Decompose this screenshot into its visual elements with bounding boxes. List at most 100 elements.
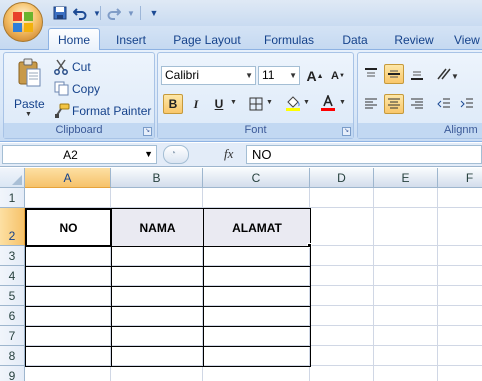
borders-dropdown-icon[interactable]: ▼ xyxy=(266,99,273,106)
cell-b4[interactable] xyxy=(111,266,204,287)
bold-button[interactable]: B xyxy=(163,94,183,114)
cell-b3[interactable] xyxy=(111,246,204,267)
cell-b2[interactable]: NAMA xyxy=(111,208,204,247)
undo-dropdown-icon[interactable]: ▼ xyxy=(89,5,105,21)
column-header-e[interactable]: E xyxy=(374,168,438,188)
copy-icon xyxy=(54,81,69,99)
row-header-2[interactable]: 2 xyxy=(0,208,25,246)
chevron-down-icon: ▼ xyxy=(289,71,297,80)
redo-icon[interactable] xyxy=(106,5,122,21)
tab-data[interactable]: Data xyxy=(335,29,375,50)
italic-button[interactable]: I xyxy=(186,94,206,114)
row-header-6[interactable]: 6 xyxy=(0,306,25,326)
row-header-8[interactable]: 8 xyxy=(0,346,25,366)
cut-label: Cut xyxy=(72,60,91,74)
tab-review[interactable]: Review xyxy=(388,29,440,50)
font-name-combo[interactable]: Calibri ▼ xyxy=(161,66,256,85)
font-size-combo[interactable]: 11 ▼ xyxy=(258,66,300,85)
ribbon: Paste ▼ Cut Copy Format Painter Clipboar… xyxy=(0,50,482,142)
cell-b6[interactable] xyxy=(111,306,204,327)
cell-b8[interactable] xyxy=(111,346,204,367)
tab-insert[interactable]: Insert xyxy=(108,29,154,50)
decrease-indent-icon[interactable] xyxy=(434,94,454,114)
cell-a2[interactable]: NO xyxy=(25,208,112,247)
formula-input[interactable]: NO xyxy=(246,145,482,164)
align-center-icon[interactable] xyxy=(384,94,404,114)
cell-a5[interactable] xyxy=(25,286,112,307)
select-all-button[interactable] xyxy=(0,168,25,188)
font-color-dropdown-icon[interactable]: ▼ xyxy=(339,99,346,106)
shrink-font-button[interactable]: A ▼ xyxy=(328,66,348,86)
alignment-group-label: Alignm xyxy=(358,123,482,138)
top-align-icon[interactable] xyxy=(361,64,381,84)
cell-a7[interactable] xyxy=(25,326,112,347)
cell-a6[interactable] xyxy=(25,306,112,327)
grow-font-button[interactable]: A ▲ xyxy=(305,66,325,86)
font-dialog-launcher-icon[interactable]: ↘ xyxy=(342,127,351,136)
cell-b5[interactable] xyxy=(111,286,204,307)
insert-function-icon[interactable]: fx xyxy=(224,146,233,162)
row-header-4[interactable]: 4 xyxy=(0,266,25,286)
cell-c5[interactable] xyxy=(203,286,311,307)
increase-indent-icon[interactable] xyxy=(457,94,477,114)
paste-dropdown-icon[interactable]: ▼ xyxy=(25,111,32,118)
office-button[interactable] xyxy=(3,2,43,42)
name-box-value: A2 xyxy=(63,148,78,162)
column-header-a[interactable]: A xyxy=(25,168,111,188)
tab-formulas[interactable]: Formulas xyxy=(258,29,320,50)
cut-button[interactable]: Cut xyxy=(52,58,152,77)
font-color-button[interactable] xyxy=(318,93,338,113)
office-logo-icon xyxy=(12,11,34,33)
format-painter-button[interactable]: Format Painter xyxy=(52,102,152,121)
align-right-icon[interactable] xyxy=(407,94,427,114)
cell-a8[interactable] xyxy=(25,346,112,367)
align-left-icon[interactable] xyxy=(361,94,381,114)
formula-bar-expander[interactable]: ◔ xyxy=(163,145,189,164)
redo-dropdown-icon[interactable]: ▼ xyxy=(123,5,139,21)
bold-label: B xyxy=(168,97,178,111)
grip-icon: ◔ xyxy=(170,148,177,159)
column-header-c[interactable]: C xyxy=(203,168,310,188)
row-header-1[interactable]: 1 xyxy=(0,188,25,208)
row-header-7[interactable]: 7 xyxy=(0,326,25,346)
worksheet-grid[interactable]: A B C D E F 1 2 3 4 5 6 7 8 9 NO NAMA AL… xyxy=(0,168,482,381)
row-header-5[interactable]: 5 xyxy=(0,286,25,306)
underline-button[interactable]: U xyxy=(209,94,229,114)
clipboard-dialog-launcher-icon[interactable]: ↘ xyxy=(143,127,152,136)
save-icon[interactable] xyxy=(52,5,68,21)
copy-label: Copy xyxy=(72,82,101,96)
format-painter-icon xyxy=(54,103,70,122)
paste-button[interactable]: Paste ▼ xyxy=(8,56,48,122)
cell-c8[interactable] xyxy=(203,346,311,367)
bottom-align-icon[interactable] xyxy=(407,64,427,84)
column-header-d[interactable]: D xyxy=(310,168,374,188)
undo-icon[interactable] xyxy=(72,5,88,21)
excel-window: ▼ ▼ ▼ Home Insert Page Layout Formulas D… xyxy=(0,0,482,381)
row-header-3[interactable]: 3 xyxy=(0,246,25,266)
cell-c6[interactable] xyxy=(203,306,311,327)
customize-qat-icon[interactable]: ▼ xyxy=(146,5,162,21)
copy-button[interactable]: Copy xyxy=(52,80,152,99)
column-header-b[interactable]: B xyxy=(111,168,203,188)
cell-b7[interactable] xyxy=(111,326,204,347)
cell-a4[interactable] xyxy=(25,266,112,287)
fill-color-button[interactable] xyxy=(283,93,303,113)
cell-c2[interactable]: ALAMAT xyxy=(203,208,311,247)
font-color-icon xyxy=(321,95,335,111)
row-header-9[interactable]: 9 xyxy=(0,366,25,381)
orientation-icon[interactable]: ▼ xyxy=(434,64,460,84)
middle-align-icon[interactable] xyxy=(384,64,404,84)
cell-c7[interactable] xyxy=(203,326,311,347)
underline-dropdown-icon[interactable]: ▼ xyxy=(230,99,237,106)
cell-a3[interactable] xyxy=(25,246,112,267)
tab-home[interactable]: Home xyxy=(48,28,100,51)
borders-button[interactable] xyxy=(246,94,266,114)
cell-c4[interactable] xyxy=(203,266,311,287)
tab-page-layout[interactable]: Page Layout xyxy=(168,29,246,50)
qat-separator xyxy=(140,6,141,20)
tab-view[interactable]: View xyxy=(454,29,482,50)
column-header-f[interactable]: F xyxy=(438,168,482,188)
cell-c3[interactable] xyxy=(203,246,311,267)
name-box[interactable]: A2 ▼ xyxy=(2,145,157,164)
fill-color-dropdown-icon[interactable]: ▼ xyxy=(303,99,310,106)
